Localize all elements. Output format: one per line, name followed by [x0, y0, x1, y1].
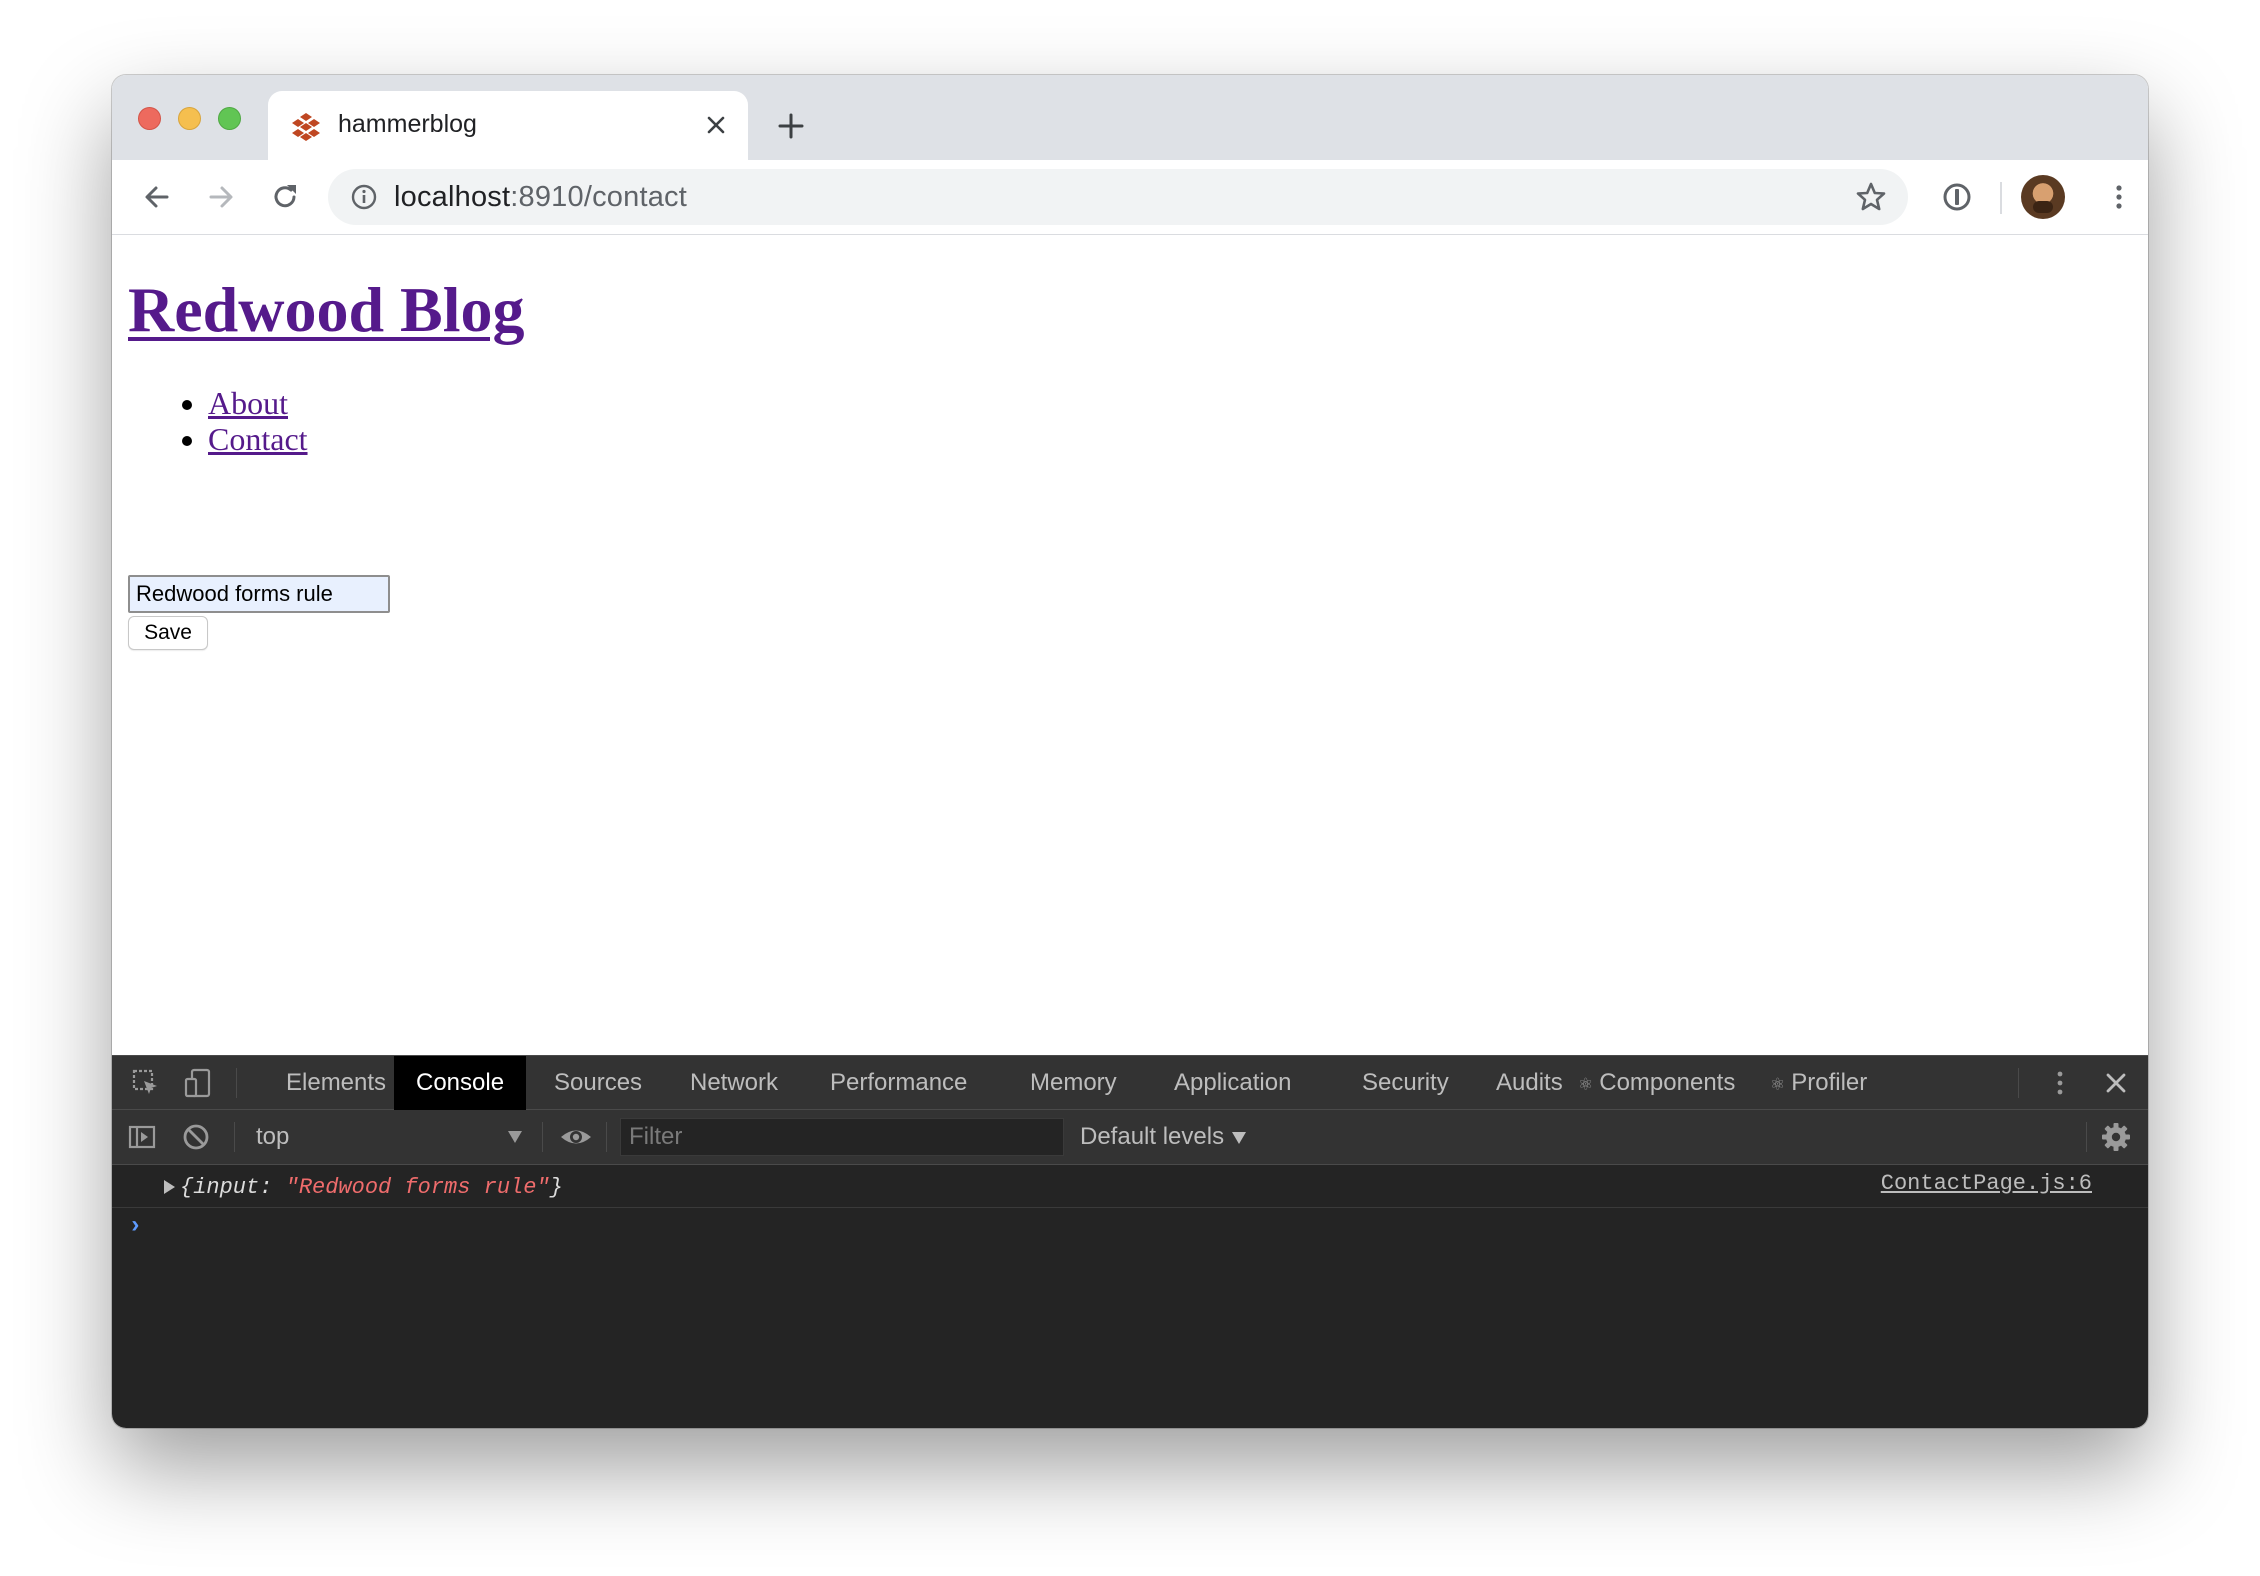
log-message: {input: "Redwood forms rule"}: [180, 1175, 563, 1200]
forward-arrow-icon[interactable]: [204, 180, 238, 214]
nav-item: Contact: [208, 421, 308, 457]
redwood-favicon-icon: [292, 113, 320, 141]
url-host: localhost: [394, 181, 511, 213]
console-settings-gear-icon[interactable]: [2100, 1121, 2132, 1153]
new-tab-icon[interactable]: [776, 111, 806, 141]
nav-link-contact[interactable]: Contact: [208, 421, 308, 457]
devtools-tab-application[interactable]: Application: [1152, 1056, 1313, 1110]
save-button[interactable]: Save: [128, 616, 208, 650]
log-levels-label: Default levels: [1080, 1123, 1225, 1150]
password-extension-icon[interactable]: [1940, 180, 1974, 214]
devtools-tab-elements[interactable]: Elements: [264, 1056, 408, 1110]
minimize-window-button[interactable]: [178, 107, 201, 130]
devtools-divider: [2086, 1122, 2087, 1152]
close-window-button[interactable]: [138, 107, 161, 130]
nav-item: About: [208, 385, 308, 421]
dropdown-arrow-icon: [1232, 1131, 1247, 1144]
clear-console-icon[interactable]: [180, 1121, 212, 1153]
site-info-icon[interactable]: [350, 183, 378, 211]
devtools-divider: [542, 1122, 543, 1152]
devtools-tab-profiler-label: Profiler: [1791, 1069, 1868, 1096]
devtools-divider: [236, 1068, 237, 1098]
devtools-tab-bar: Elements Console Sources Network Perform…: [112, 1055, 2148, 1110]
contact-input[interactable]: Redwood forms rule: [128, 575, 390, 613]
expand-triangle-icon[interactable]: [164, 1180, 175, 1194]
context-selector[interactable]: top: [256, 1110, 526, 1164]
page-content: Redwood Blog About Contact Redwood forms…: [112, 235, 2148, 1055]
tab-title: hammerblog: [338, 110, 477, 138]
context-label: top: [256, 1123, 290, 1150]
log-string-value: "Redwood forms rule": [285, 1175, 550, 1200]
log-levels-dropdown[interactable]: Default levels: [1080, 1123, 1247, 1151]
devtools-tab-console[interactable]: Console: [394, 1056, 527, 1110]
devtools-divider: [234, 1122, 235, 1152]
devtools-tab-network[interactable]: Network: [668, 1056, 800, 1110]
site-title-link[interactable]: Redwood Blog: [128, 273, 525, 347]
bookmark-star-icon[interactable]: [1854, 180, 1888, 214]
devtools-close-icon[interactable]: [2100, 1067, 2132, 1099]
devtools-tab-memory[interactable]: Memory: [1008, 1056, 1139, 1110]
tab-strip: hammerblog: [112, 75, 2148, 160]
devtools-divider: [2018, 1068, 2019, 1098]
address-bar[interactable]: localhost:8910/contact: [328, 169, 1908, 225]
inspect-element-icon[interactable]: [130, 1067, 162, 1099]
console-sidebar-icon[interactable]: [126, 1121, 158, 1153]
url-text: localhost:8910/contact: [394, 181, 687, 214]
devtools-menu-icon[interactable]: [2044, 1067, 2076, 1099]
devtools-tab-sources[interactable]: Sources: [532, 1056, 664, 1110]
log-source-link[interactable]: ContactPage.js:6: [1881, 1171, 2092, 1196]
react-icon: ⚛: [1770, 1075, 1786, 1094]
more-menu-icon[interactable]: [2102, 180, 2136, 214]
live-expression-eye-icon[interactable]: [558, 1121, 594, 1153]
url-path: :8910/contact: [510, 181, 687, 213]
browser-tab[interactable]: hammerblog: [268, 91, 748, 160]
browser-toolbar: localhost:8910/contact: [112, 160, 2148, 235]
tab-close-icon[interactable]: [702, 111, 730, 139]
devtools-tab-profiler[interactable]: ⚛ Profiler: [1748, 1056, 1889, 1110]
profile-avatar[interactable]: [2021, 175, 2065, 219]
console-filter-input[interactable]: Filter: [620, 1118, 1064, 1156]
nav-link-about[interactable]: About: [208, 385, 288, 421]
devtools-tab-security[interactable]: Security: [1340, 1056, 1471, 1110]
console-prompt[interactable]: ›: [128, 1213, 142, 1240]
console-log-entry[interactable]: {input: "Redwood forms rule"} ContactPag…: [112, 1165, 2148, 1208]
log-prefix: {input:: [180, 1175, 286, 1200]
nav-list: About Contact: [208, 385, 308, 457]
devtools-tab-performance[interactable]: Performance: [808, 1056, 989, 1110]
log-suffix: }: [549, 1175, 563, 1200]
devtools-tab-components-label: Components: [1599, 1069, 1736, 1096]
device-toolbar-icon[interactable]: [182, 1067, 214, 1099]
console-toolbar: top Filter Default levels: [112, 1110, 2148, 1165]
back-arrow-icon[interactable]: [140, 180, 174, 214]
devtools-panel: Elements Console Sources Network Perform…: [112, 1055, 2148, 1428]
reload-icon[interactable]: [268, 180, 302, 214]
devtools-divider: [606, 1122, 607, 1152]
browser-window: hammerblog localhost:8910/contact Redwoo…: [112, 75, 2148, 1428]
maximize-window-button[interactable]: [218, 107, 241, 130]
react-icon: ⚛: [1578, 1075, 1594, 1094]
dropdown-arrow-icon: [508, 1131, 522, 1143]
devtools-tab-components[interactable]: ⚛ Components: [1556, 1056, 1757, 1110]
toolbar-separator: [2000, 182, 2002, 214]
